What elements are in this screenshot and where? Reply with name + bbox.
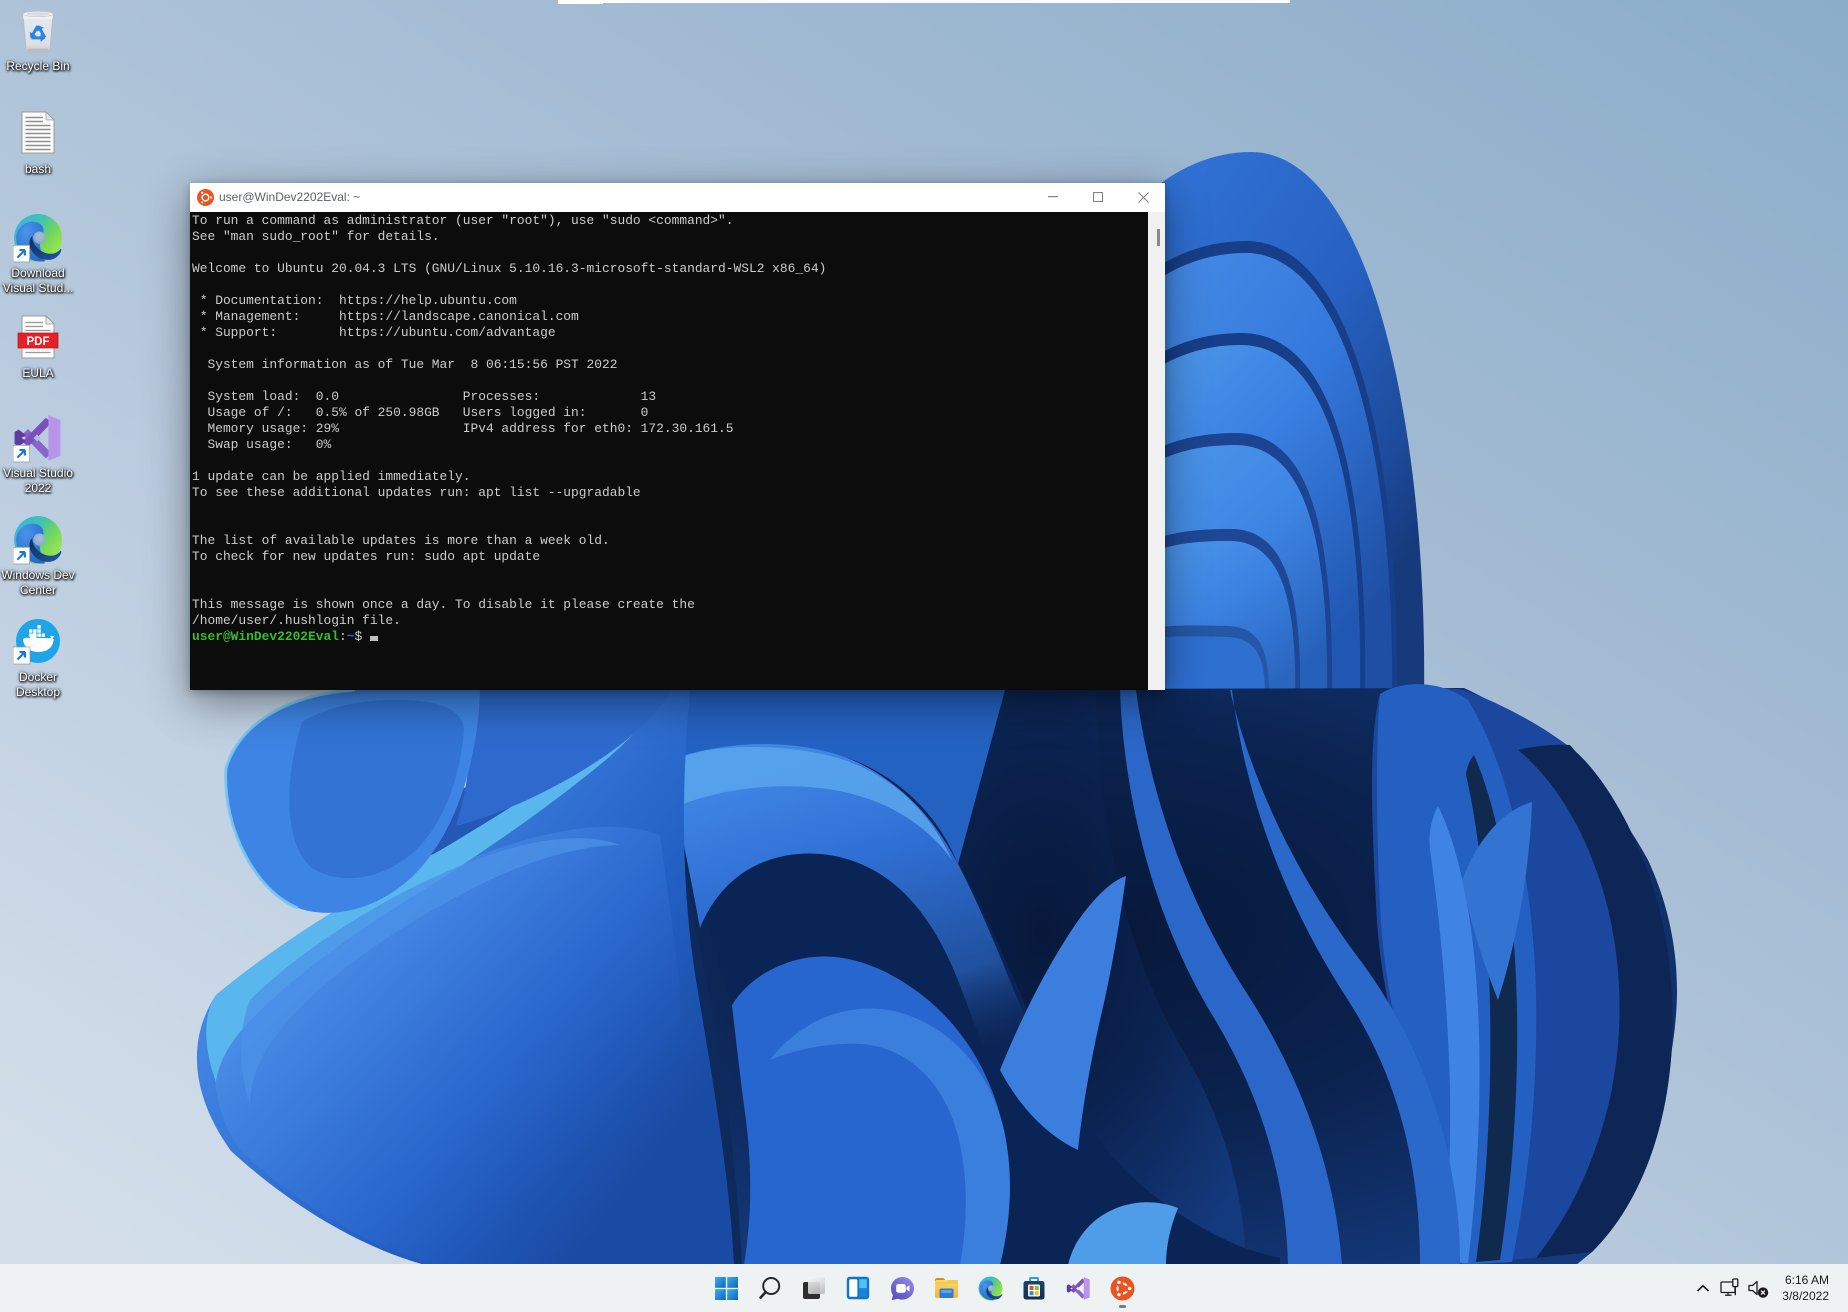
svg-text:PDF: PDF — [27, 336, 50, 348]
